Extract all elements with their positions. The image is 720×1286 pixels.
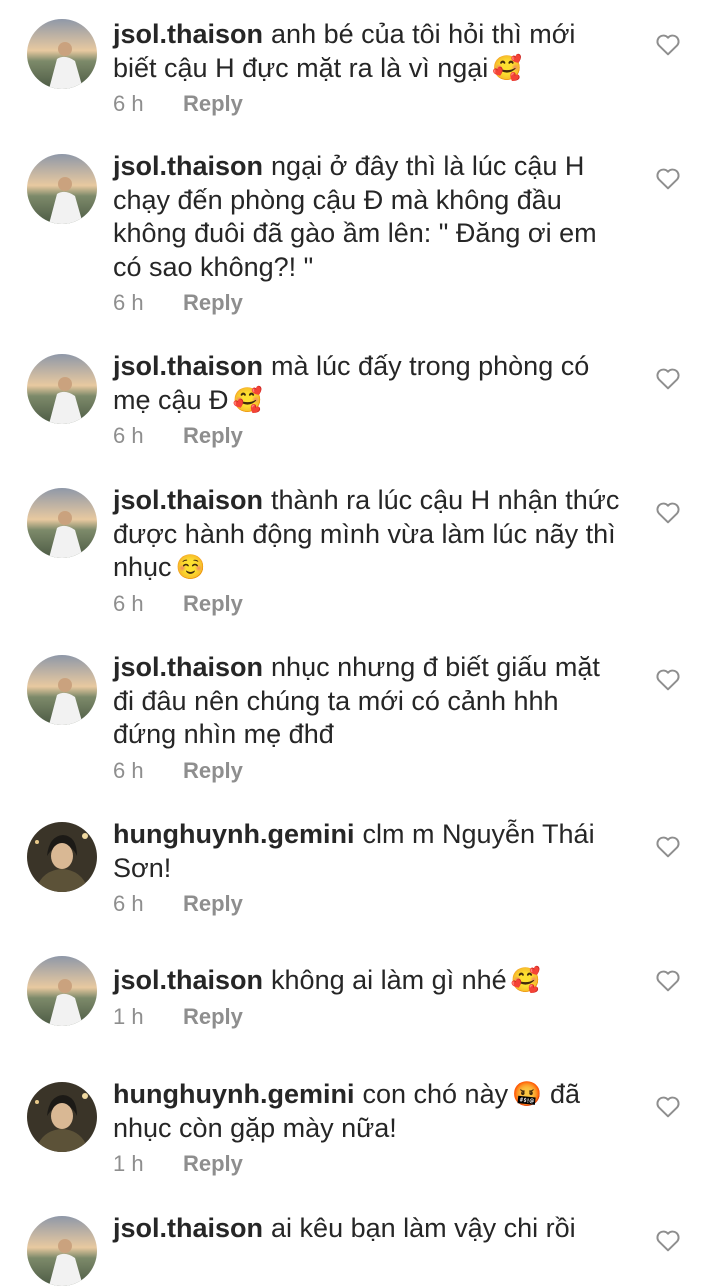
- comment-username[interactable]: jsol.thaison: [113, 485, 263, 515]
- heart-icon[interactable]: [655, 968, 681, 992]
- comment-username[interactable]: jsol.thaison: [113, 351, 263, 381]
- avatar[interactable]: [27, 354, 97, 424]
- smiling-face-with-hearts-icon: 🥰: [232, 385, 263, 414]
- reply-button[interactable]: Reply: [183, 591, 243, 616]
- comment-text: jsol.thaison ai kêu bạn làm vậy chi rồi: [113, 1213, 576, 1243]
- comment-meta: 6 h Reply: [113, 757, 623, 785]
- avatar[interactable]: [27, 1082, 97, 1152]
- heart-icon[interactable]: [655, 500, 681, 524]
- heart-icon[interactable]: [655, 366, 681, 390]
- heart-icon[interactable]: [655, 834, 681, 858]
- avatar[interactable]: [27, 822, 97, 892]
- avatar[interactable]: [27, 488, 97, 558]
- avatar[interactable]: [27, 655, 97, 725]
- heart-icon[interactable]: [655, 667, 681, 691]
- comment-text: hunghuynh.gemini clm m Nguyễn Thái Sơn!: [113, 819, 595, 883]
- reply-button[interactable]: Reply: [183, 91, 243, 116]
- comment-text: jsol.thaison không ai làm gì nhé 🥰: [113, 964, 623, 998]
- comment-time: 6 h: [113, 757, 144, 783]
- comment-meta: 6 h Reply: [113, 90, 623, 118]
- comment-username[interactable]: hunghuynh.gemini: [113, 819, 354, 849]
- comment-username[interactable]: jsol.thaison: [113, 151, 263, 181]
- comment-username[interactable]: jsol.thaison: [113, 652, 263, 682]
- comment-time: 6 h: [113, 590, 144, 616]
- avatar[interactable]: [27, 19, 97, 89]
- comment-time: 1 h: [113, 1003, 144, 1029]
- comment-time: 6 h: [113, 91, 144, 116]
- reply-button[interactable]: Reply: [183, 758, 243, 783]
- avatar[interactable]: [27, 956, 97, 1026]
- heart-icon[interactable]: [655, 1094, 681, 1118]
- face-with-symbols-on-mouth-icon: 🤬: [512, 1080, 542, 1108]
- avatar[interactable]: [27, 154, 97, 224]
- comment-text: hunghuynh.gemini con chó này 🤬 đã nhục còn …: [113, 1079, 581, 1143]
- comment-time: 6 h: [113, 891, 144, 916]
- comment-username[interactable]: jsol.thaison: [113, 965, 263, 995]
- comment-text: jsol.thaison nhục nhưng đ biết giấu mặt đ…: [113, 652, 600, 749]
- comment-time: 6 h: [113, 290, 144, 315]
- reply-button[interactable]: Reply: [183, 423, 243, 448]
- comment-meta: 6 h Reply: [113, 590, 623, 618]
- comment-username[interactable]: jsol.thaison: [113, 19, 263, 49]
- comment-meta: 6 h Reply: [113, 422, 623, 450]
- comment-meta: 6 h Reply: [113, 289, 623, 317]
- comment-text: jsol.thaison mà lúc đấy trong phòng có mẹ…: [113, 350, 623, 417]
- smiling-face-with-hearts-icon: 🥰: [510, 966, 541, 994]
- comment-time: 1 h: [113, 1151, 144, 1176]
- reply-button[interactable]: Reply: [183, 1151, 243, 1176]
- heart-icon[interactable]: [655, 32, 681, 56]
- heart-icon[interactable]: [655, 166, 681, 190]
- comment-meta: 1 h Reply: [113, 1150, 623, 1178]
- reply-button[interactable]: Reply: [183, 891, 243, 916]
- comment-username[interactable]: hunghuynh.gemini: [113, 1079, 354, 1109]
- comment-username[interactable]: jsol.thaison: [113, 1213, 263, 1243]
- smiling-face-with-hearts-icon: 🥰: [492, 53, 523, 82]
- reply-button[interactable]: Reply: [183, 290, 243, 315]
- heart-icon[interactable]: [655, 1228, 681, 1252]
- comment-meta: 6 h Reply: [113, 890, 623, 918]
- comment-meta: 1 h Reply: [113, 1003, 623, 1031]
- reply-button[interactable]: Reply: [183, 1004, 243, 1029]
- comment-time: 6 h: [113, 423, 144, 448]
- comment-text: jsol.thaison thành ra lúc cậu H nhận thức…: [113, 484, 623, 585]
- avatar[interactable]: [27, 1216, 97, 1286]
- comment-text: jsol.thaison ngại ở đây thì là lúc cậu H …: [113, 151, 597, 282]
- comment-text: jsol.thaison anh bé của tôi hỏi thì mới b…: [113, 18, 623, 85]
- smiling-face-icon: ☺️: [175, 553, 206, 581]
